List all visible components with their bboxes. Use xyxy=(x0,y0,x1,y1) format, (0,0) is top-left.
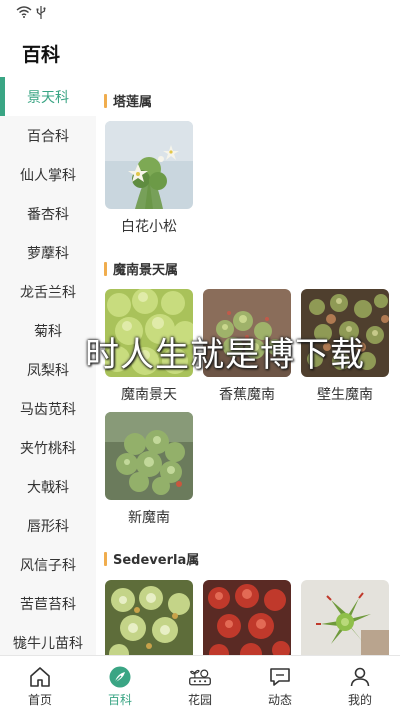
tab-encyclopedia[interactable]: 百科 xyxy=(80,656,160,711)
sidebar-item[interactable]: 龙舌兰科 xyxy=(0,272,96,311)
tab-label: 花园 xyxy=(187,693,212,707)
user-icon xyxy=(350,667,370,687)
sidebar-item[interactable]: 夹竹桃科 xyxy=(0,428,96,467)
succulent-photo xyxy=(105,121,193,209)
plant-name: 魔南景天 xyxy=(121,387,177,403)
plant-name: 白花小松 xyxy=(121,219,177,235)
tab-garden[interactable]: 花园 xyxy=(160,656,240,711)
sidebar-item[interactable]: 牻牛儿苗科 xyxy=(0,623,96,655)
sidebar-item[interactable]: 萝藦科 xyxy=(0,233,96,272)
usb-icon xyxy=(36,6,46,19)
bottom-tab-bar[interactable]: 首页 百科 花园 动态 我的 xyxy=(0,655,400,711)
plant-card[interactable]: 白花小松 xyxy=(105,121,193,236)
succulent-photo xyxy=(301,580,389,655)
plant-card[interactable] xyxy=(105,580,193,655)
section-title: 塔莲属 xyxy=(104,91,152,110)
encyclopedia-icon xyxy=(109,666,131,688)
section-title: Sedeverla属 xyxy=(104,549,199,568)
garden-icon xyxy=(189,669,211,686)
sidebar-item[interactable]: 大戟科 xyxy=(0,467,96,506)
tab-label: 首页 xyxy=(27,693,52,707)
tab-label: 动态 xyxy=(267,693,292,707)
sidebar-item[interactable]: 风信子科 xyxy=(0,545,96,584)
plant-card[interactable]: 新魔南 xyxy=(105,412,193,527)
succulent-photo xyxy=(203,580,291,655)
chat-icon xyxy=(270,668,290,686)
plant-card[interactable] xyxy=(301,580,389,655)
plant-name: 壁生魔南 xyxy=(317,387,373,403)
sidebar-item[interactable]: 百合科 xyxy=(0,116,96,155)
status-bar xyxy=(0,0,400,26)
succulent-photo xyxy=(105,580,193,655)
page-title: 百科 xyxy=(22,44,61,66)
plant-name: 新魔南 xyxy=(128,510,170,526)
sidebar-item[interactable]: 景天科 xyxy=(0,77,96,116)
sidebar-item[interactable]: 马齿苋科 xyxy=(0,389,96,428)
tab-profile[interactable]: 我的 xyxy=(320,656,400,711)
tab-feed[interactable]: 动态 xyxy=(240,656,320,711)
plant-card[interactable] xyxy=(203,580,291,655)
plant-name: 香蕉魔南 xyxy=(219,387,275,403)
sidebar-item[interactable]: 仙人掌科 xyxy=(0,155,96,194)
sidebar-item[interactable]: 苦苣苔科 xyxy=(0,584,96,623)
tab-label: 我的 xyxy=(347,693,372,707)
home-icon xyxy=(30,667,50,687)
overlay-banner-text: 时人生就是博下载 xyxy=(85,335,365,375)
succulent-photo xyxy=(105,412,193,500)
wifi-icon xyxy=(16,6,32,18)
tab-home[interactable]: 首页 xyxy=(0,656,80,711)
section-title: 魔南景天属 xyxy=(104,259,178,278)
tab-label: 百科 xyxy=(107,693,132,707)
sidebar-item[interactable]: 唇形科 xyxy=(0,506,96,545)
sidebar-item[interactable]: 番杏科 xyxy=(0,194,96,233)
